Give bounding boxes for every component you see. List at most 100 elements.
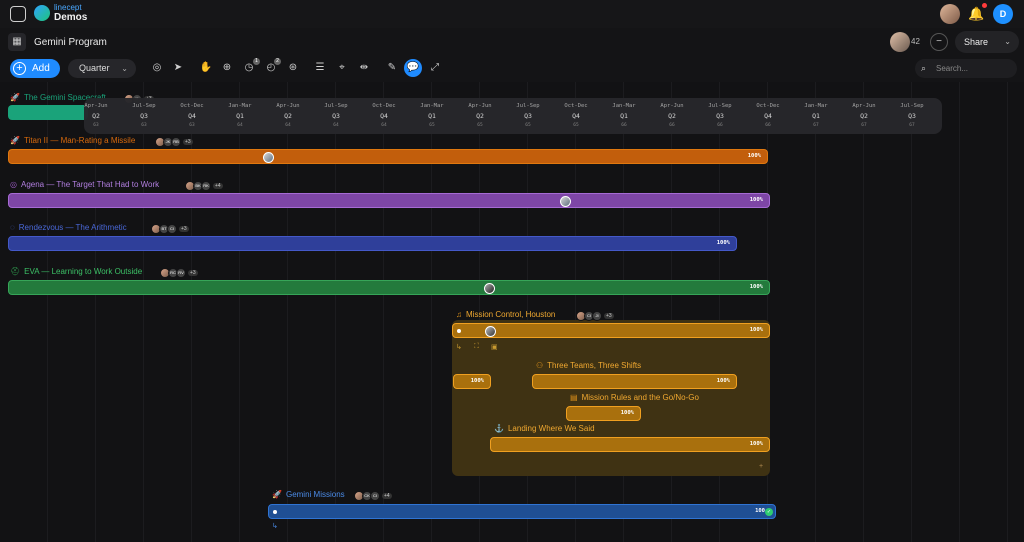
share-button[interactable]: Share ⌄	[955, 31, 1019, 53]
assignee-pin	[484, 283, 495, 294]
assignees[interactable]: BK RK +4	[185, 180, 223, 191]
timeline-quarter: Q1	[812, 112, 820, 120]
hand-icon[interactable]: ✋	[199, 61, 213, 75]
assignees[interactable]: BT CI +3	[151, 223, 189, 234]
target-icon: ◎	[10, 180, 17, 189]
timeline-year: 65	[525, 123, 531, 128]
timeline-column: Jul-Sep Q3 64	[312, 98, 360, 134]
timeline-column: Jul-Sep Q3 66	[696, 98, 744, 134]
timeline-quarter: Q1	[236, 112, 244, 120]
progress-label: 100%	[749, 327, 763, 333]
bar-agena[interactable]: 100%	[8, 193, 770, 208]
expand-icon[interactable]: ⤢	[428, 61, 442, 75]
row-label-rendezvous[interactable]: ◌ Rendezvous — The Arithmetic	[10, 223, 127, 232]
add-circle-icon[interactable]: ⊕	[220, 61, 234, 75]
timeline-months: Apr-Jun	[852, 103, 876, 109]
bell-icon[interactable]: 🔔	[968, 6, 984, 22]
split-icon[interactable]: ⇹	[357, 61, 371, 75]
pen-icon[interactable]: ✎	[385, 61, 399, 75]
subtask-arrow-icon[interactable]: ↳	[456, 343, 462, 351]
timeline-quarter: Q4	[764, 112, 772, 120]
folder-icon[interactable]: ▣	[491, 343, 498, 351]
assignees[interactable]: JK RB +3	[155, 136, 193, 147]
program-grid-icon[interactable]: ▦	[8, 33, 26, 51]
add-subtask-icon[interactable]: +	[759, 463, 763, 470]
timeline-column: Jan-Mar Q1 64	[216, 98, 264, 134]
row-label-mission-control[interactable]: ♫ Mission Control, Houston	[456, 310, 555, 319]
more-assignees: +3	[183, 138, 193, 145]
bar-subtask[interactable]: 100%	[453, 374, 491, 389]
row-title: EVA — Learning to Work Outside	[24, 267, 143, 276]
align-icon[interactable]: ☰	[313, 61, 327, 75]
timeline-year: 67	[909, 123, 915, 128]
progress-label: 100%	[749, 284, 763, 290]
bar-landing[interactable]: 100%	[490, 437, 770, 452]
chat-icon[interactable]: 💬	[404, 59, 422, 77]
timeline-year: 67	[813, 123, 819, 128]
timeline-year: 64	[237, 123, 243, 128]
avatar: RV	[176, 267, 186, 278]
timeline-quarter: Q3	[908, 112, 916, 120]
zoom-select[interactable]: Quarter ⌄	[68, 59, 136, 78]
collaborators-avatar[interactable]	[890, 32, 910, 52]
document-icon: ▤	[570, 393, 578, 402]
row-label-three-teams[interactable]: ⚇ Three Teams, Three Shifts	[536, 361, 641, 370]
bar-eva[interactable]: 100%	[8, 280, 770, 295]
timeline-quarter: Q2	[668, 112, 676, 120]
row-label-missions[interactable]: 🚀 Gemini Missions	[272, 490, 345, 499]
row-label-agena[interactable]: ◎ Agena — The Target That Had to Work	[10, 180, 159, 189]
timeline-year: 66	[669, 123, 675, 128]
bar-mission-rules[interactable]: 100%	[566, 406, 641, 421]
progress-label: 100	[755, 508, 765, 514]
timeline-year: 67	[861, 123, 867, 128]
bar-mission-control[interactable]: 100%	[452, 323, 770, 338]
clock-badge: 1	[253, 58, 260, 65]
progress-label: 100%	[470, 378, 484, 384]
sidebar-toggle-icon[interactable]	[10, 6, 26, 22]
subtask-arrow-icon[interactable]: ↳	[272, 522, 278, 530]
workspace-name[interactable]: Demos	[54, 12, 87, 23]
timeline-quarter: Q4	[188, 112, 196, 120]
bar-titan[interactable]: 100%	[8, 149, 768, 164]
row-label-mission-rules[interactable]: ▤ Mission Rules and the Go/No-Go	[570, 393, 699, 402]
timeline-column: Apr-Jun Q2 63	[72, 98, 120, 134]
progress-label: 100%	[749, 197, 763, 203]
target-icon[interactable]: ◎	[150, 61, 164, 75]
globe-icon[interactable]: ⊛	[286, 61, 300, 75]
assignees[interactable]: RC RV +3	[160, 267, 198, 278]
expand-icon[interactable]: ⛶	[474, 343, 479, 351]
user-avatar[interactable]: D	[993, 4, 1013, 24]
orbit-icon: ◌	[10, 223, 15, 232]
timeline-quarter: Q3	[716, 112, 724, 120]
bar-missions[interactable]: 100 ✓	[268, 504, 776, 519]
timeline-column: Jan-Mar Q1 66	[600, 98, 648, 134]
assignees[interactable]: CK CI +4	[354, 490, 392, 501]
row-label-eva[interactable]: ⛑ EVA — Learning to Work Outside	[10, 267, 142, 276]
row-label-landing[interactable]: ⚓ Landing Where We Said	[494, 424, 595, 433]
progress-label: 100%	[620, 410, 634, 416]
search-input[interactable]: ⌕ Search...	[915, 59, 1017, 78]
start-dot	[273, 510, 277, 514]
bar-rendezvous[interactable]: 100%	[8, 236, 737, 251]
row-label-titan[interactable]: 🚀 Titan II — Man-Rating a Missile	[10, 136, 135, 145]
timeline-months: Oct-Dec	[180, 103, 204, 109]
timeline-quarter: Q2	[284, 112, 292, 120]
timeline-column: Oct-Dec Q4 65	[552, 98, 600, 134]
bar-three-teams[interactable]: 100%	[532, 374, 737, 389]
timeline-months: Apr-Jun	[468, 103, 492, 109]
focus-icon[interactable]: ⌖	[335, 61, 349, 75]
more-assignees: +4	[213, 182, 223, 189]
add-button[interactable]: + Add	[10, 59, 60, 78]
brand-top-label: linecept	[54, 3, 82, 12]
timeline-months: Jul-Sep	[900, 103, 924, 109]
timeline-column: Jan-Mar Q1 65	[408, 98, 456, 134]
brand-logo-icon[interactable]	[34, 5, 50, 21]
timeline-column: Jan-Mar Q1 67	[792, 98, 840, 134]
avatar[interactable]	[940, 4, 960, 24]
more-assignees: +3	[179, 225, 189, 232]
top-bar	[0, 0, 1024, 28]
page-title[interactable]: Gemini Program	[34, 37, 107, 48]
navigate-icon[interactable]: ➤	[171, 61, 185, 75]
assignees[interactable]: CI JI +3	[576, 310, 614, 321]
minus-icon[interactable]: −	[930, 33, 948, 51]
